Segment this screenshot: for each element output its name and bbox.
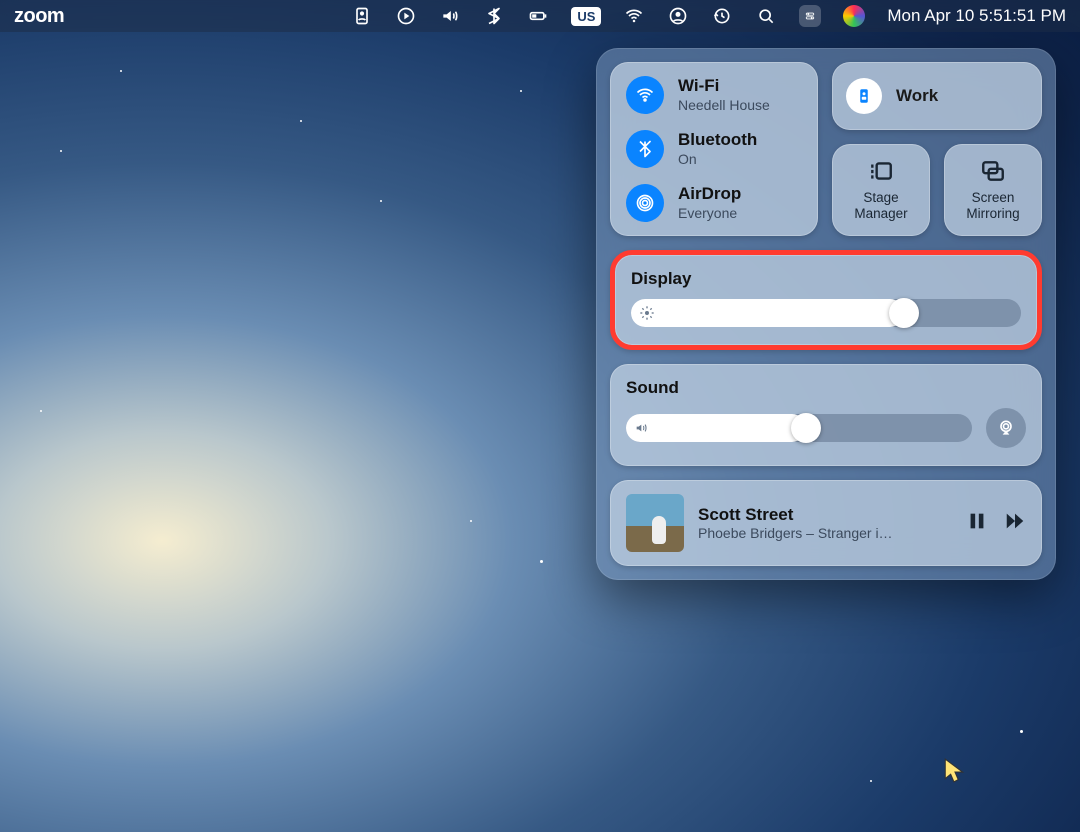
wifi-toggle[interactable]: Wi-Fi Needell House xyxy=(626,76,802,114)
battery-icon[interactable] xyxy=(527,5,549,27)
brightness-slider[interactable] xyxy=(631,299,1021,327)
album-art xyxy=(626,494,684,552)
airdrop-status: Everyone xyxy=(678,205,741,222)
stage-manager-toggle[interactable]: Stage Manager xyxy=(832,144,930,236)
connectivity-card: Wi-Fi Needell House Bluetooth On AirDr xyxy=(610,62,818,236)
now-playing-icon[interactable] xyxy=(395,5,417,27)
now-playing-title: Scott Street xyxy=(698,505,952,525)
screen-mirroring-label: Screen Mirroring xyxy=(948,190,1038,221)
wifi-network-name: Needell House xyxy=(678,97,770,114)
focus-label: Work xyxy=(896,86,938,106)
now-playing-card[interactable]: Scott Street Phoebe Bridgers – Stranger … xyxy=(610,480,1042,566)
screen-mirroring-toggle[interactable]: Screen Mirroring xyxy=(944,144,1042,236)
app-name[interactable]: zoom xyxy=(14,5,64,28)
user-icon[interactable] xyxy=(667,5,689,27)
stage-manager-label: Stage Manager xyxy=(836,190,926,221)
airplay-icon xyxy=(996,418,1016,438)
brightness-icon xyxy=(639,305,655,321)
display-header: Display xyxy=(631,269,1021,289)
volume-icon[interactable] xyxy=(439,5,461,27)
bluetooth-icon[interactable] xyxy=(483,5,505,27)
bluetooth-icon xyxy=(626,130,664,168)
bluetooth-status: On xyxy=(678,151,757,168)
wifi-icon xyxy=(626,76,664,114)
next-track-button[interactable] xyxy=(1004,510,1026,537)
siri-icon[interactable] xyxy=(843,5,865,27)
volume-slider[interactable] xyxy=(626,414,972,442)
airdrop-title: AirDrop xyxy=(678,184,741,204)
spotlight-icon[interactable] xyxy=(755,5,777,27)
control-center-icon[interactable] xyxy=(799,5,821,27)
now-playing-artist: Phoebe Bridgers – Stranger i… xyxy=(698,525,952,541)
contact-card-icon[interactable] xyxy=(351,5,373,27)
sound-card: Sound xyxy=(610,364,1042,466)
control-center-panel: Wi-Fi Needell House Bluetooth On AirDr xyxy=(596,48,1056,580)
wifi-icon[interactable] xyxy=(623,5,645,27)
airplay-audio-button[interactable] xyxy=(986,408,1026,448)
volume-icon xyxy=(634,420,650,436)
sound-header: Sound xyxy=(626,378,1026,398)
bluetooth-toggle[interactable]: Bluetooth On xyxy=(626,130,802,168)
focus-work-icon xyxy=(846,78,882,114)
display-card: Display xyxy=(610,250,1042,350)
screen-mirroring-icon xyxy=(980,158,1006,184)
time-machine-icon[interactable] xyxy=(711,5,733,27)
input-source-indicator[interactable]: US xyxy=(571,7,601,26)
clock[interactable]: Mon Apr 10 5:51:51 PM xyxy=(887,6,1066,26)
bluetooth-title: Bluetooth xyxy=(678,130,757,150)
stage-manager-icon xyxy=(868,158,894,184)
airdrop-toggle[interactable]: AirDrop Everyone xyxy=(626,184,802,222)
pause-button[interactable] xyxy=(966,510,988,537)
focus-toggle[interactable]: Work xyxy=(832,62,1042,130)
wifi-title: Wi-Fi xyxy=(678,76,770,96)
airdrop-icon xyxy=(626,184,664,222)
menubar: zoom US Mon xyxy=(0,0,1080,32)
